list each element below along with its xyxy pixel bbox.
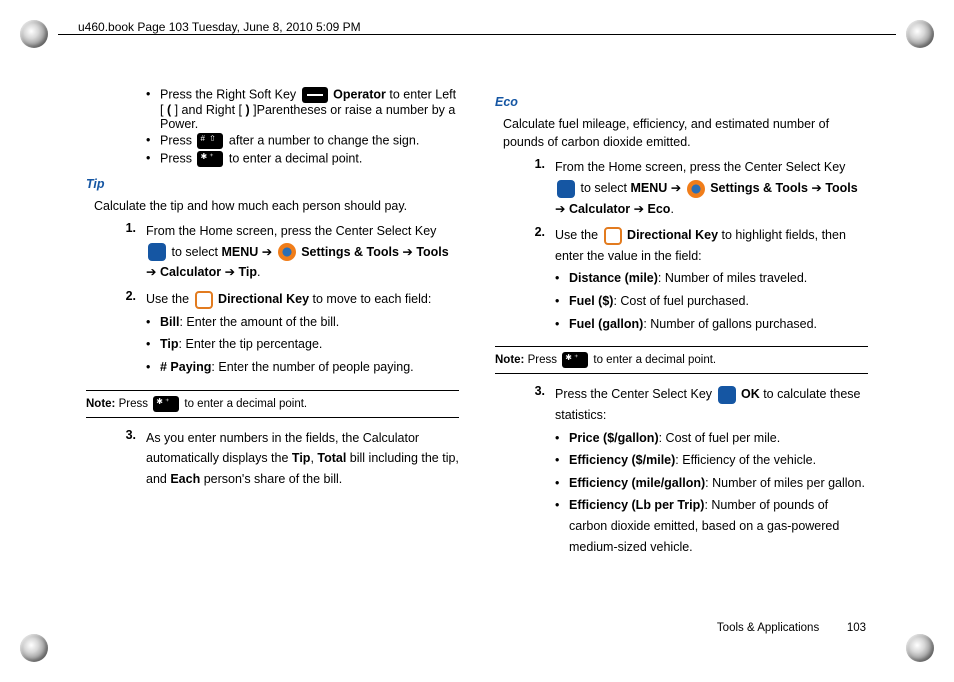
- eco-step-2: 2. Use the Directional Key to highlight …: [521, 225, 868, 336]
- note-box: Note: Press to enter a decimal point.: [86, 390, 459, 418]
- hash-key-icon: [197, 133, 223, 149]
- page-body: • Press the Right Soft Key Operator to e…: [86, 85, 868, 632]
- corner-icon: [20, 634, 48, 662]
- page-header: u460.book Page 103 Tuesday, June 8, 2010…: [78, 20, 367, 34]
- right-soft-key-icon: [302, 87, 328, 103]
- header-rule: [58, 34, 896, 35]
- eco-intro: Calculate fuel mileage, efficiency, and …: [503, 115, 868, 151]
- star-key-icon: [562, 352, 588, 368]
- center-select-key-icon: [557, 180, 575, 198]
- heading-tip: Tip: [86, 177, 459, 191]
- star-key-icon: [197, 151, 223, 167]
- eco-step-1: 1. From the Home screen, press the Cente…: [521, 157, 868, 219]
- right-column: Eco Calculate fuel mileage, efficiency, …: [495, 85, 868, 632]
- page-number: 103: [832, 622, 866, 634]
- star-key-icon: [153, 396, 179, 412]
- corner-icon: [906, 634, 934, 662]
- tip-intro: Calculate the tip and how much each pers…: [94, 197, 459, 215]
- corner-icon: [20, 20, 48, 48]
- step-3: 3. As you enter numbers in the fields, t…: [112, 428, 459, 490]
- center-select-key-icon: [148, 243, 166, 261]
- step-2: 2. Use the Directional Key to move to ea…: [112, 289, 459, 380]
- directional-key-icon: [195, 291, 213, 309]
- settings-gear-icon: [278, 243, 296, 261]
- settings-gear-icon: [687, 180, 705, 198]
- note-box: Note: Press to enter a decimal point.: [495, 346, 868, 374]
- bullet-operator: • Press the Right Soft Key Operator to e…: [146, 87, 459, 131]
- bullet-decimal: • Press to enter a decimal point.: [146, 151, 459, 167]
- center-select-key-icon: [718, 386, 736, 404]
- page-footer: Tools & Applications 103: [717, 622, 866, 634]
- step-1: 1. From the Home screen, press the Cente…: [112, 221, 459, 283]
- left-column: • Press the Right Soft Key Operator to e…: [86, 85, 459, 632]
- eco-step-3: 3. Press the Center Select Key OK to cal…: [521, 384, 868, 559]
- heading-eco: Eco: [495, 95, 868, 109]
- directional-key-icon: [604, 227, 622, 245]
- bullet-sign: • Press after a number to change the sig…: [146, 133, 459, 149]
- footer-section: Tools & Applications: [717, 622, 819, 634]
- corner-icon: [906, 20, 934, 48]
